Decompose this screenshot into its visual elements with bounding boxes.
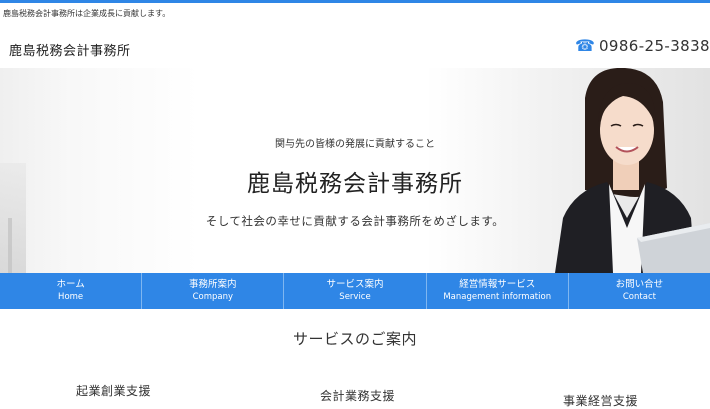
service-business-management-support[interactable]: 事業経営支援 xyxy=(563,392,638,409)
phone-icon: ☎ xyxy=(575,36,595,55)
nav-label-en: Service xyxy=(339,292,371,302)
site-tagline: 鹿島税務会計事務所は企業成長に貢献します。 xyxy=(3,9,171,18)
nav-contact[interactable]: お問い合せ Contact xyxy=(569,273,710,309)
main-navigation: ホーム Home 事務所案内 Company サービス案内 Service 経営… xyxy=(0,273,710,309)
nav-service[interactable]: サービス案内 Service xyxy=(284,273,427,309)
hero-photo-businesswoman xyxy=(545,68,710,273)
nav-label-en: Management information xyxy=(443,292,552,302)
nav-home[interactable]: ホーム Home xyxy=(0,273,143,309)
phone-number: 0986-25-3838 xyxy=(598,37,710,55)
nav-label-jp: 経営情報サービス xyxy=(459,279,536,290)
nav-company[interactable]: 事務所案内 Company xyxy=(142,273,285,309)
nav-label-en: Home xyxy=(58,292,84,302)
nav-label-jp: お問い合せ xyxy=(615,279,664,290)
nav-label-en: Company xyxy=(192,292,234,302)
nav-label-jp: サービス案内 xyxy=(326,279,384,290)
nav-label-jp: ホーム xyxy=(56,279,85,290)
hero-banner: 関与先の皆様の発展に貢献すること 鹿島税務会計事務所 そして社会の幸せに貢献する… xyxy=(0,68,710,273)
service-accounting-support[interactable]: 会計業務支援 xyxy=(320,387,395,404)
services-heading: サービスのご案内 xyxy=(292,330,417,348)
nav-label-en: Contact xyxy=(622,292,656,302)
top-accent-bar xyxy=(0,0,710,3)
nav-label-jp: 事務所案内 xyxy=(189,279,237,290)
phone-contact[interactable]: ☎ 0986-25-3838 xyxy=(575,36,710,56)
nav-management-information[interactable]: 経営情報サービス Management information xyxy=(427,273,569,309)
site-title-link[interactable]: 鹿島税務会計事務所 xyxy=(9,40,131,59)
service-startup-support[interactable]: 起業創業支援 xyxy=(76,382,151,399)
